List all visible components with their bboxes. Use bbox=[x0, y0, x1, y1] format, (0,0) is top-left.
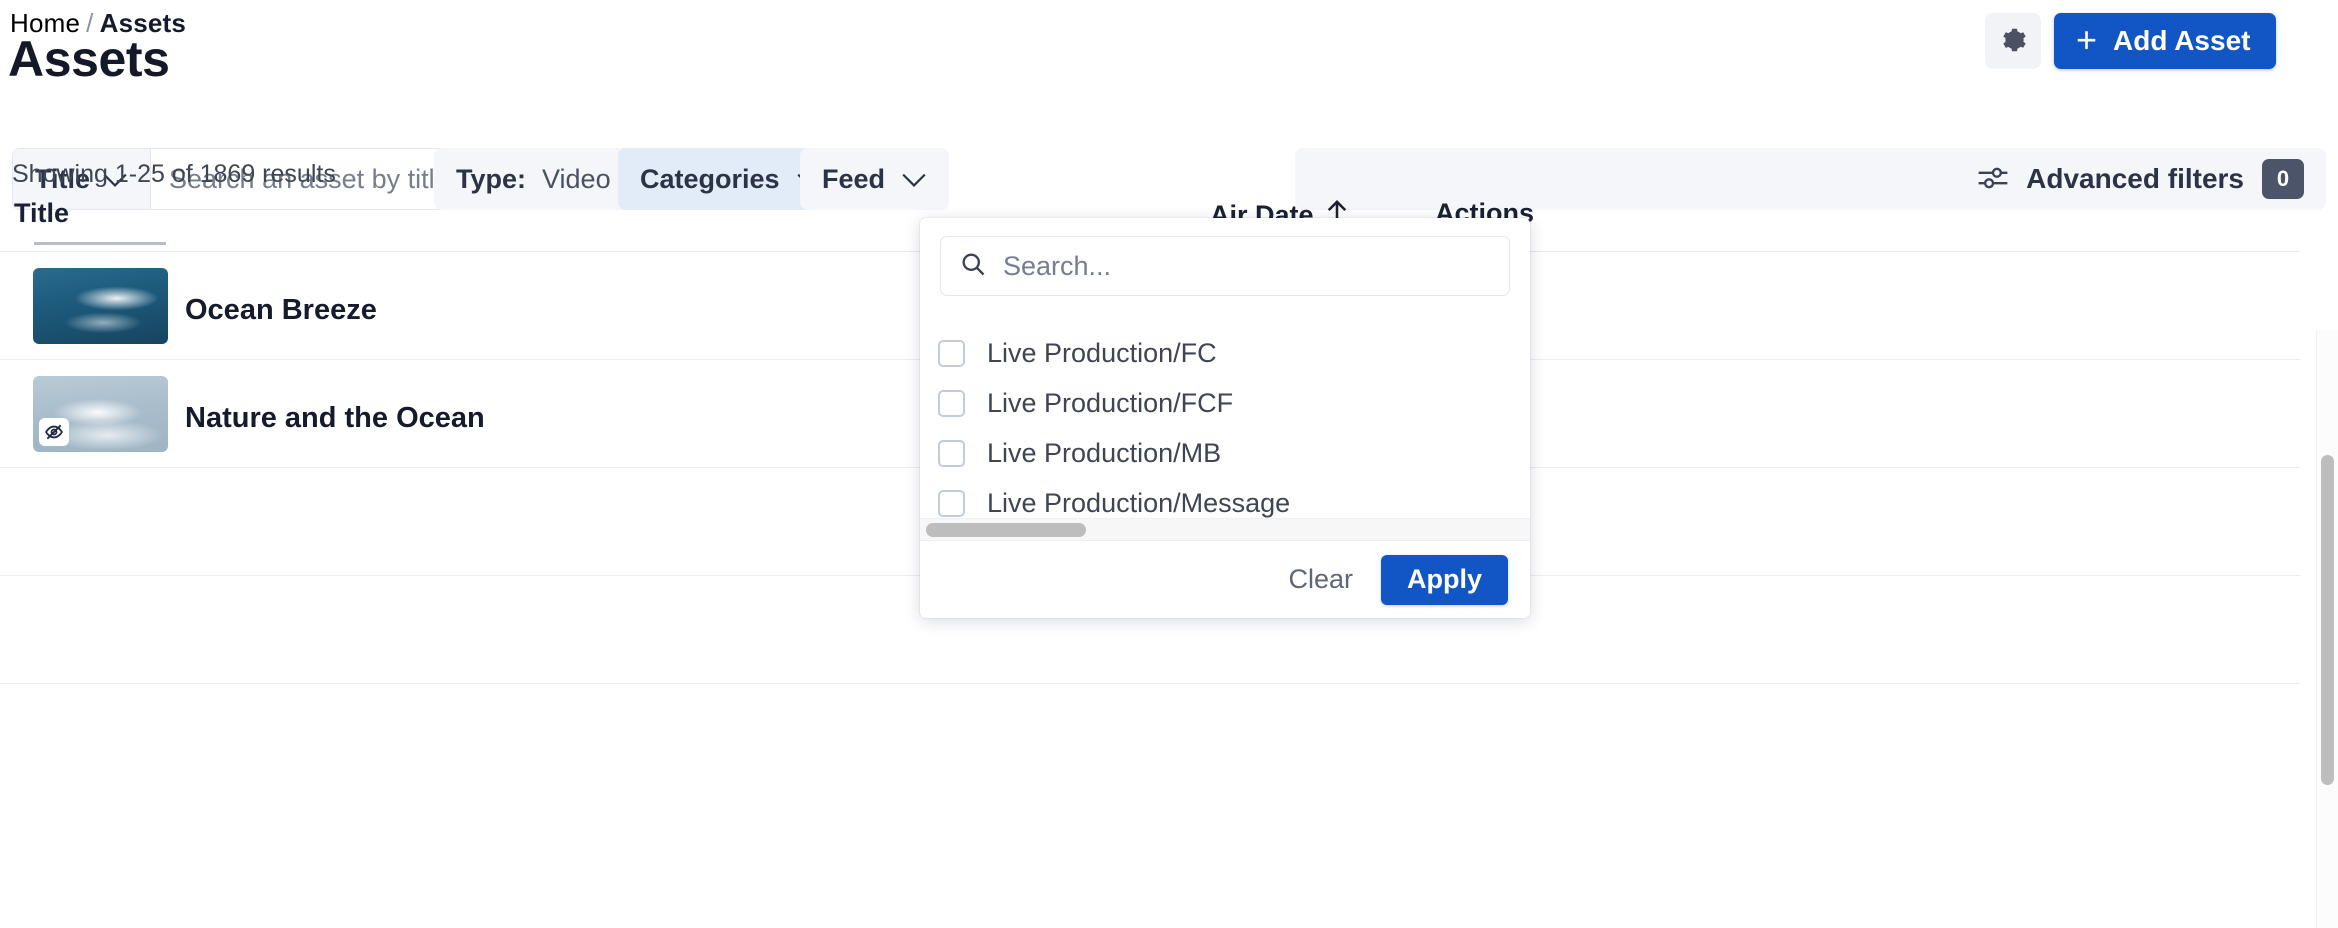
dropdown-horizontal-scroll-thumb[interactable] bbox=[926, 523, 1086, 537]
assets-page: Home / Assets Assets + Add Asset Title S… bbox=[0, 0, 2338, 928]
checkbox-icon[interactable] bbox=[938, 489, 965, 517]
dropdown-search-input[interactable] bbox=[1003, 250, 1491, 282]
page-scrollbar-thumb[interactable] bbox=[2321, 455, 2334, 785]
page-scrollbar[interactable] bbox=[2316, 330, 2338, 928]
dropdown-footer: Clear Apply bbox=[920, 540, 1530, 618]
categories-dropdown-panel: Live Production/FC Live Production/FCF L… bbox=[920, 218, 1530, 618]
page-title: Assets bbox=[8, 31, 170, 87]
asset-title[interactable]: Nature and the Ocean bbox=[185, 402, 485, 435]
dropdown-vertical-scrollbar[interactable] bbox=[1516, 310, 1528, 518]
plus-icon: + bbox=[2076, 18, 2098, 60]
asset-thumbnail[interactable] bbox=[33, 268, 168, 344]
eye-off-icon bbox=[39, 418, 69, 446]
checkbox-icon[interactable] bbox=[938, 439, 965, 467]
dropdown-option-label: Live Production/MB bbox=[987, 437, 1222, 468]
dropdown-options-area: Live Production/FC Live Production/FCF L… bbox=[920, 310, 1530, 518]
asset-thumbnail[interactable] bbox=[33, 376, 168, 452]
dropdown-option-label: Live Production/FCF bbox=[987, 387, 1234, 418]
apply-button[interactable]: Apply bbox=[1380, 554, 1508, 605]
settings-button[interactable] bbox=[1985, 13, 2041, 69]
add-asset-label: Add Asset bbox=[2113, 25, 2251, 56]
column-header-title-underline bbox=[34, 242, 166, 245]
dropdown-horizontal-scrollbar[interactable] bbox=[920, 518, 1530, 540]
column-header-title[interactable]: Title bbox=[14, 198, 69, 229]
dropdown-option[interactable]: Live Production/FC bbox=[920, 328, 1520, 378]
search-icon bbox=[959, 250, 987, 283]
dropdown-option[interactable]: Live Production/Message bbox=[920, 478, 1520, 518]
dropdown-search-box[interactable] bbox=[940, 236, 1510, 296]
asset-title[interactable]: Ocean Breeze bbox=[185, 294, 377, 327]
dropdown-options-list: Live Production/FC Live Production/FCF L… bbox=[920, 310, 1520, 518]
dropdown-search-wrapper bbox=[920, 218, 1530, 310]
results-summary: Showing 1-25 of 1869 results bbox=[12, 160, 336, 188]
dropdown-option[interactable]: Live Production/FCF bbox=[920, 378, 1520, 428]
add-asset-button[interactable]: + Add Asset bbox=[2054, 13, 2277, 69]
gear-icon bbox=[1998, 25, 2028, 58]
dropdown-option[interactable]: Live Production/MB bbox=[920, 428, 1520, 478]
checkbox-icon[interactable] bbox=[938, 339, 965, 367]
clear-button[interactable]: Clear bbox=[1288, 564, 1353, 595]
dropdown-option-label: Live Production/FC bbox=[987, 337, 1217, 368]
checkbox-icon[interactable] bbox=[938, 389, 965, 417]
dropdown-option-label: Live Production/Message bbox=[987, 487, 1291, 518]
